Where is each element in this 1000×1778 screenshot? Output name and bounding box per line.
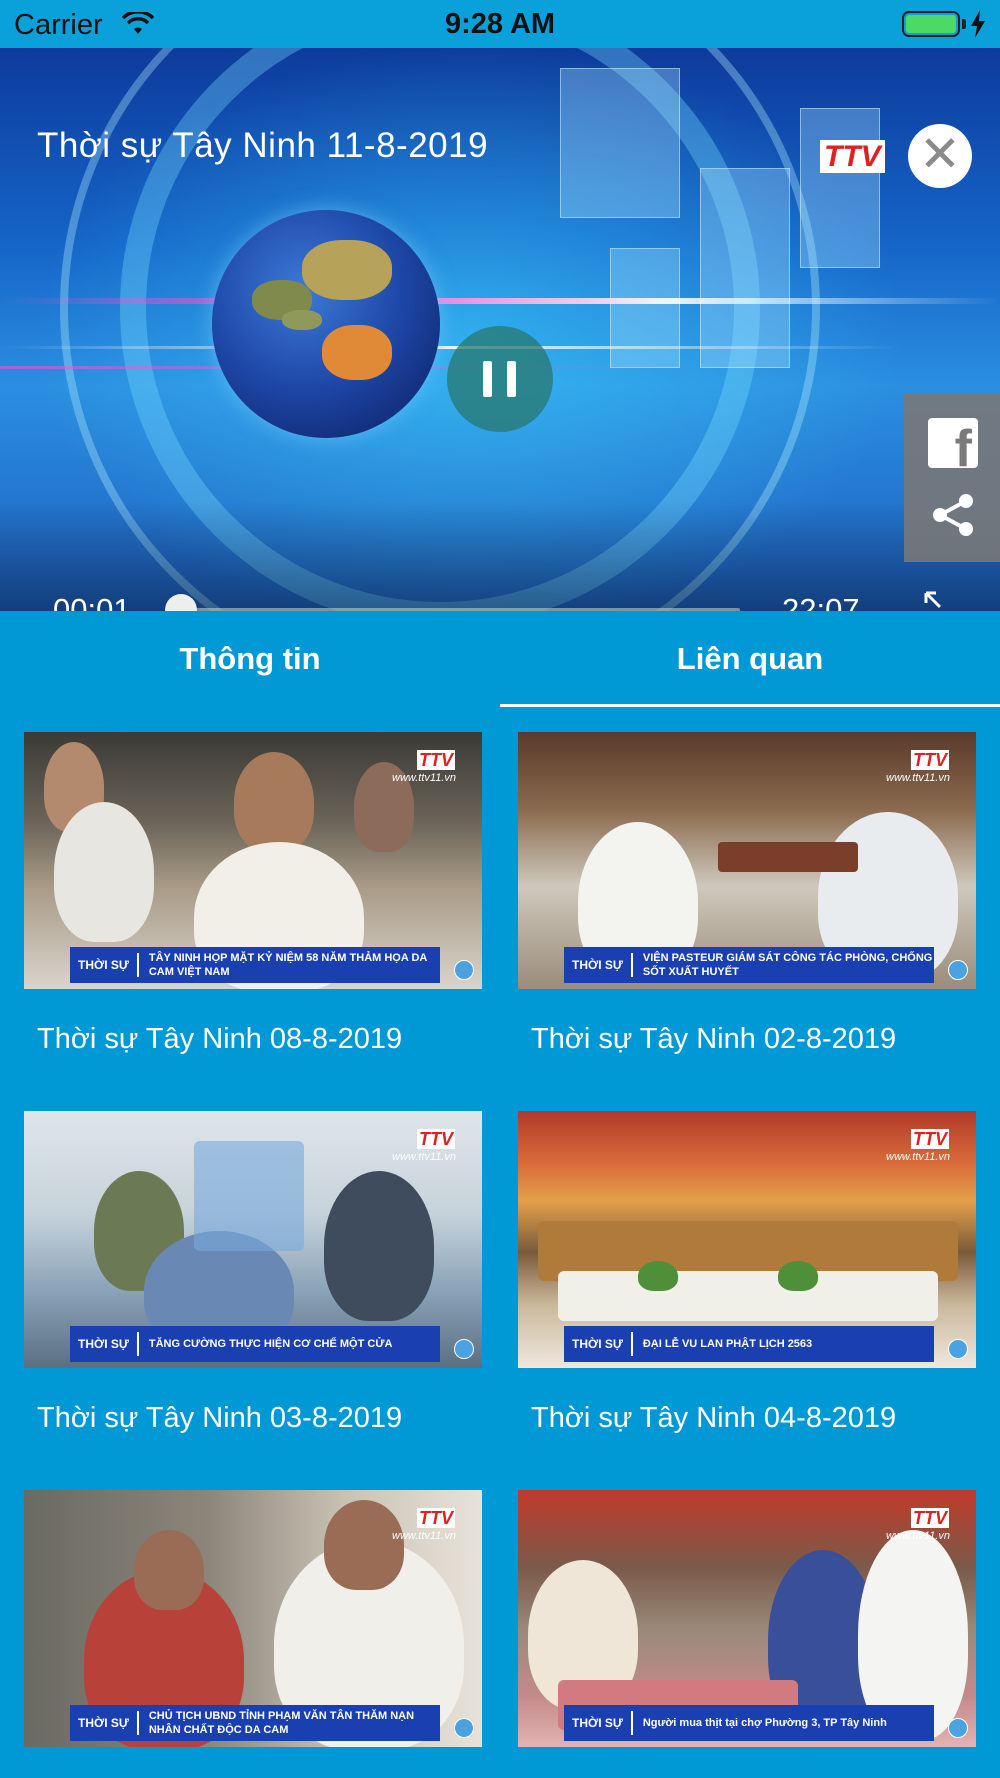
current-time: 00:01 — [53, 592, 131, 611]
caption-tag: THỜI SỰ — [564, 953, 633, 977]
caption-tag: THỜI SỰ — [564, 1332, 633, 1356]
bg-light-streak — [0, 346, 900, 349]
tab-selected-indicator — [500, 704, 1000, 707]
channel-logo: TTV — [820, 140, 887, 174]
video-title: Thời sự Tây Ninh 11-8-2019 — [37, 126, 489, 165]
video-title: Thời sự Tây Ninh 03-8-2019 — [37, 1402, 403, 1434]
thumbnail-logo: TTV — [417, 750, 456, 771]
thumbnail-logo-text: TTV — [911, 1129, 949, 1149]
caption-banner: THỜI SỰ Người mua thịt tại chợ Phường 3,… — [564, 1705, 934, 1741]
caption-banner: THỜI SỰ ĐẠI LỄ VU LAN PHẬT LỊCH 2563 — [564, 1326, 934, 1362]
status-time: 9:28 AM — [444, 8, 556, 40]
close-button[interactable]: ✕ — [908, 124, 972, 188]
bg-light-streak — [0, 298, 1000, 304]
caption-banner: THỜI SỰ VIỆN PASTEUR GIÁM SÁT CÔNG TÁC P… — [564, 947, 934, 983]
channel-badge-icon — [948, 960, 968, 980]
caption-text: VIỆN PASTEUR GIÁM SÁT CÔNG TÁC PHÒNG, CH… — [642, 952, 933, 978]
thumbnail-site: www.ttv11.vn — [392, 1151, 456, 1163]
caption-banner: THỜI SỰ CHỦ TỊCH UBND TỈNH PHẠM VĂN TÂN … — [70, 1705, 440, 1741]
tab-related[interactable]: Liên quan — [500, 611, 1000, 709]
channel-logo-text: TTV — [820, 140, 885, 173]
related-card[interactable]: TTV www.ttv11.vn THỜI SỰ VIỆN PASTEUR GI… — [518, 732, 976, 1056]
related-card[interactable]: TTV www.ttv11.vn THỜI SỰ ĐẠI LỄ VU LAN P… — [518, 1111, 976, 1435]
tab-info[interactable]: Thông tin — [0, 611, 500, 709]
caption-text: CHỦ TỊCH UBND TỈNH PHẠM VĂN TÂN THĂM NẠN… — [148, 1710, 415, 1736]
caption-text: ĐẠI LỄ VU LAN PHẬT LỊCH 2563 — [642, 1338, 813, 1350]
caption-tag: THỜI SỰ — [564, 1711, 633, 1735]
bg-panel — [700, 168, 790, 368]
globe-graphic — [212, 210, 440, 438]
related-card[interactable]: TTV www.ttv11.vn THỜI SỰ TĂNG CƯỜNG THỰC… — [24, 1111, 482, 1435]
channel-badge-icon — [948, 1339, 968, 1359]
pause-icon-bar — [507, 361, 516, 397]
related-card[interactable]: TTV www.ttv11.vn THỜI SỰ Người mua thịt … — [518, 1490, 976, 1747]
caption-banner: THỜI SỰ TÂY NINH HỌP MẶT KỶ NIỆM 58 NĂM … — [70, 947, 440, 983]
caption-text: TÂY NINH HỌP MẶT KỶ NIỆM 58 NĂM THẢM HỌA… — [148, 952, 427, 978]
channel-badge-icon — [948, 1718, 968, 1738]
pause-button[interactable] — [447, 326, 553, 432]
thumbnail-site: www.ttv11.vn — [886, 772, 950, 784]
tab-bar: Thông tin Liên quan — [0, 611, 1000, 709]
video-title: Thời sự Tây Ninh 04-8-2019 — [531, 1402, 897, 1434]
thumbnail-logo: TTV — [911, 1129, 950, 1150]
fullscreen-icon[interactable] — [922, 589, 964, 611]
thumbnail-logo: TTV — [911, 1508, 950, 1529]
bg-panel — [560, 68, 680, 218]
caption-tag: THỜI SỰ — [70, 1711, 139, 1735]
thumbnail-logo: TTV — [911, 750, 950, 771]
video-thumbnail: TTV www.ttv11.vn THỜI SỰ VIỆN PASTEUR GI… — [518, 732, 976, 989]
thumbnail-logo-text: TTV — [417, 750, 455, 770]
facebook-icon[interactable]: f — [928, 418, 978, 475]
video-player[interactable]: Thời sự Tây Ninh 11-8-2019 TTV ✕ f 00:01… — [0, 48, 1000, 611]
channel-badge-icon — [454, 960, 474, 980]
thumbnail-logo-text: TTV — [417, 1508, 455, 1528]
thumbnail-site: www.ttv11.vn — [392, 772, 456, 784]
share-icon[interactable] — [930, 492, 976, 538]
bg-panel — [610, 248, 680, 368]
channel-badge-icon — [454, 1718, 474, 1738]
video-thumbnail: TTV www.ttv11.vn THỜI SỰ ĐẠI LỄ VU LAN P… — [518, 1111, 976, 1368]
video-thumbnail: TTV www.ttv11.vn THỜI SỰ Người mua thịt … — [518, 1490, 976, 1747]
close-icon: ✕ — [919, 126, 961, 182]
video-thumbnail: TTV www.ttv11.vn THỜI SỰ CHỦ TỊCH UBND T… — [24, 1490, 482, 1747]
related-card[interactable]: TTV www.ttv11.vn THỜI SỰ TÂY NINH HỌP MẶ… — [24, 732, 482, 1056]
video-title: Thời sự Tây Ninh 08-8-2019 — [37, 1023, 403, 1055]
video-title: Thời sự Tây Ninh 02-8-2019 — [531, 1023, 897, 1055]
bg-panel — [800, 108, 880, 268]
status-bar: Carrier 9:28 AM — [0, 0, 1000, 48]
charging-icon — [971, 10, 985, 38]
channel-badge-icon — [454, 1339, 474, 1359]
related-card[interactable]: TTV www.ttv11.vn THỜI SỰ CHỦ TỊCH UBND T… — [24, 1490, 482, 1747]
thumbnail-site: www.ttv11.vn — [886, 1530, 950, 1542]
thumbnail-site: www.ttv11.vn — [886, 1151, 950, 1163]
total-time: 22:07 — [782, 592, 860, 611]
thumbnail-logo-text: TTV — [911, 750, 949, 770]
thumbnail-logo: TTV — [417, 1129, 456, 1150]
battery-nub — [962, 19, 966, 29]
caption-tag: THỜI SỰ — [70, 1332, 139, 1356]
video-thumbnail: TTV www.ttv11.vn THỜI SỰ TÂY NINH HỌP MẶ… — [24, 732, 482, 989]
share-panel: f — [904, 394, 1000, 562]
video-thumbnail: TTV www.ttv11.vn THỜI SỰ TĂNG CƯỜNG THỰC… — [24, 1111, 482, 1368]
thumbnail-logo-text: TTV — [417, 1129, 455, 1149]
caption-text: Người mua thịt tại chợ Phường 3, TP Tây … — [642, 1717, 887, 1729]
thumbnail-site: www.ttv11.vn — [392, 1530, 456, 1542]
caption-tag: THỜI SỰ — [70, 953, 139, 977]
thumbnail-logo-text: TTV — [911, 1508, 949, 1528]
caption-banner: THỜI SỰ TĂNG CƯỜNG THỰC HIỆN CƠ CHẾ MỘT … — [70, 1326, 440, 1362]
pause-icon — [483, 361, 492, 397]
caption-text: TĂNG CƯỜNG THỰC HIỆN CƠ CHẾ MỘT CỬA — [148, 1338, 393, 1350]
battery-icon — [902, 11, 960, 37]
thumbnail-logo: TTV — [417, 1508, 456, 1529]
